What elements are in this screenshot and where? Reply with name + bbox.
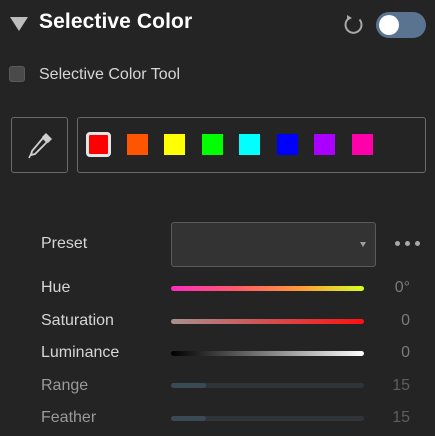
range-value: 15 bbox=[392, 377, 410, 394]
preset-dropdown[interactable] bbox=[171, 222, 376, 267]
eyedropper-button[interactable] bbox=[11, 117, 68, 173]
swatch-purple[interactable] bbox=[314, 134, 335, 155]
selective-color-tool-checkbox[interactable] bbox=[9, 66, 25, 82]
range-slider[interactable] bbox=[171, 383, 364, 388]
swatch-cyan[interactable] bbox=[239, 134, 260, 155]
swatch-blue[interactable] bbox=[276, 134, 298, 155]
saturation-slider[interactable] bbox=[171, 319, 364, 324]
luminance-slider[interactable] bbox=[171, 351, 364, 356]
swatch-green[interactable] bbox=[201, 134, 223, 155]
color-swatch-panel bbox=[77, 117, 426, 173]
feather-value: 15 bbox=[392, 409, 410, 426]
chevron-down-icon bbox=[360, 242, 366, 247]
swatch-red[interactable] bbox=[86, 132, 111, 157]
feather-slider-fill bbox=[171, 416, 206, 421]
range-label: Range bbox=[41, 377, 89, 394]
preset-label: Preset bbox=[41, 235, 88, 252]
more-icon[interactable] bbox=[393, 240, 423, 248]
feather-slider[interactable] bbox=[171, 416, 364, 421]
eyedropper-icon bbox=[28, 133, 52, 159]
saturation-value: 0 bbox=[401, 312, 410, 329]
collapse-triangle-icon[interactable] bbox=[10, 17, 28, 31]
swatch-magenta[interactable] bbox=[351, 134, 373, 155]
hue-value: 0° bbox=[394, 279, 410, 296]
panel-title: Selective Color bbox=[39, 10, 193, 33]
range-slider-fill bbox=[171, 383, 206, 388]
toggle-knob bbox=[379, 15, 399, 35]
hue-slider[interactable] bbox=[171, 286, 364, 291]
selective-color-tool-label: Selective Color Tool bbox=[39, 66, 181, 83]
saturation-label: Saturation bbox=[41, 312, 114, 329]
luminance-label: Luminance bbox=[41, 344, 120, 361]
enable-toggle[interactable] bbox=[376, 12, 426, 38]
reset-icon[interactable] bbox=[341, 12, 367, 38]
luminance-value: 0 bbox=[401, 344, 410, 361]
hue-label: Hue bbox=[41, 279, 71, 296]
swatch-yellow[interactable] bbox=[164, 134, 185, 155]
feather-label: Feather bbox=[41, 409, 97, 426]
swatch-orange[interactable] bbox=[126, 134, 148, 155]
